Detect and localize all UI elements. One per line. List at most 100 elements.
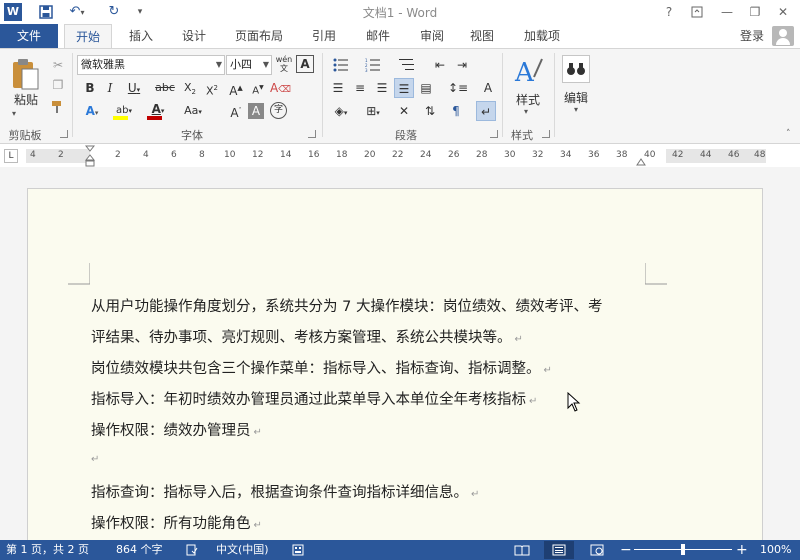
zoom-level[interactable]: 100% xyxy=(760,540,791,560)
paragraph-launcher-icon[interactable] xyxy=(490,130,498,138)
text-effects-icon[interactable]: A▾ xyxy=(80,101,104,121)
print-layout-icon[interactable] xyxy=(552,540,566,560)
font-launcher-icon[interactable] xyxy=(308,130,316,138)
shrink-font-icon[interactable]: A▼ xyxy=(248,78,268,98)
font-name-combo[interactable]: 微软雅黑 ▼ xyxy=(77,55,225,75)
paste-button[interactable]: 粘贴 xyxy=(8,91,44,108)
ruler-number: 42 xyxy=(672,150,684,160)
strikethrough-icon[interactable]: abc xyxy=(154,78,176,98)
proofing-icon[interactable] xyxy=(186,540,198,560)
highlight-color-icon[interactable]: ab▾ xyxy=(110,99,138,120)
paste-dropdown-icon[interactable]: ▾ xyxy=(12,109,16,118)
character-border-icon[interactable]: A xyxy=(296,55,314,73)
paragraph-line[interactable]: 评结果、待办事项、亮灯规则、考核方案管理、系统公共模块等。 ↵ xyxy=(91,326,523,347)
document-page[interactable]: 从用户功能操作角度划分，系统共分为 7 大操作模块：岗位绩效、绩效考评、考 评结… xyxy=(27,188,763,540)
tab-file[interactable]: 文件 xyxy=(0,24,58,48)
line-text: 操作权限：所有功能角色 xyxy=(91,516,251,532)
minimize-icon[interactable]: — xyxy=(716,2,738,22)
avatar[interactable] xyxy=(772,26,794,46)
page-count[interactable]: 第 1 页，共 2 页 xyxy=(6,540,89,560)
format-painter-icon[interactable] xyxy=(48,97,68,117)
collapse-ribbon-icon[interactable]: ˄ xyxy=(786,129,791,139)
align-right-icon[interactable]: ☰ xyxy=(372,78,392,98)
tab-selector-icon[interactable]: L xyxy=(4,149,18,163)
zoom-slider-thumb[interactable] xyxy=(681,544,685,555)
rtl-mark-icon[interactable]: ↵ xyxy=(476,101,496,121)
phonetic-guide-icon[interactable]: wén 文 xyxy=(274,55,294,75)
multilevel-list-icon[interactable] xyxy=(394,55,420,75)
mouse-pointer-icon xyxy=(567,392,581,412)
svg-text:3: 3 xyxy=(365,68,368,72)
tab-addins[interactable]: 加载项 xyxy=(516,24,568,48)
borders-icon[interactable]: ⊞▾ xyxy=(360,101,386,121)
tab-layout[interactable]: 页面布局 xyxy=(230,24,288,48)
help-button[interactable]: ? xyxy=(658,2,680,22)
line-spacing-icon[interactable]: ↕≡ xyxy=(444,78,472,98)
tab-view[interactable]: 视图 xyxy=(462,24,502,48)
tab-mailings[interactable]: 邮件 xyxy=(358,24,398,48)
styles-button[interactable]: 样式 xyxy=(508,91,548,108)
macro-recording-icon[interactable] xyxy=(292,540,304,560)
zoom-in-button[interactable]: + xyxy=(736,540,748,560)
ribbon-display-options-icon[interactable] xyxy=(686,2,708,22)
clipboard-launcher-icon[interactable] xyxy=(60,130,68,138)
tab-references[interactable]: 引用 xyxy=(304,24,344,48)
italic-icon[interactable]: I xyxy=(100,78,120,98)
paste-icon[interactable] xyxy=(10,57,40,91)
asian-layout-icon[interactable]: A xyxy=(478,78,498,98)
editing-button[interactable]: 编辑 xyxy=(556,89,596,106)
paragraph-line[interactable]: 指标导入：年初时绩效办管理员通过此菜单导入本单位全年考核指标 ↵ xyxy=(91,388,537,409)
tab-design[interactable]: 设计 xyxy=(174,24,214,48)
show-formatting-marks-icon[interactable]: ¶ xyxy=(446,101,466,121)
login-link[interactable]: 登录 xyxy=(740,24,764,48)
web-layout-icon[interactable] xyxy=(590,540,604,560)
document-canvas[interactable]: 从用户功能操作角度划分，系统共分为 7 大操作模块：岗位绩效、绩效考评、考 评结… xyxy=(0,167,800,540)
word-count[interactable]: 864 个字 xyxy=(116,540,163,560)
bullets-icon[interactable] xyxy=(328,55,354,75)
grow-font-alt-icon[interactable]: A˄ xyxy=(226,101,246,121)
tab-insert[interactable]: 插入 xyxy=(122,24,160,48)
numbering-icon[interactable]: 123 xyxy=(360,55,386,75)
zoom-out-button[interactable]: − xyxy=(620,540,632,560)
shading-icon[interactable]: ◈▾ xyxy=(328,101,354,121)
increase-indent-icon[interactable]: ⇥ xyxy=(452,55,472,75)
tab-home[interactable]: 开始 xyxy=(64,24,112,49)
ruler-number: 12 xyxy=(252,150,264,160)
read-mode-icon[interactable] xyxy=(514,540,530,560)
chinese-layout-icon[interactable]: ✕ xyxy=(394,101,414,121)
enclose-characters-icon[interactable]: 字 xyxy=(270,102,287,119)
restore-icon[interactable]: ❐ xyxy=(744,2,766,22)
paragraph-line[interactable]: 从用户功能操作角度划分，系统共分为 7 大操作模块：岗位绩效、绩效考评、考 xyxy=(91,295,602,316)
copy-icon[interactable]: ❐ xyxy=(48,75,68,95)
superscript-icon[interactable]: X2 xyxy=(202,78,222,98)
sort-icon[interactable]: ⇅ xyxy=(420,101,440,121)
styles-icon[interactable]: A xyxy=(512,55,544,89)
close-icon[interactable]: ✕ xyxy=(772,2,794,22)
paragraph-line[interactable]: 指标查询：指标导入后，根据查询条件查询指标详细信息。 ↵ xyxy=(91,481,479,502)
align-center-icon[interactable]: ≡ xyxy=(350,78,370,98)
grow-font-icon[interactable]: A▲ xyxy=(226,78,246,98)
ruler-track[interactable]: 4 2 2 4 6 8 10 12 14 16 18 20 22 24 26 2… xyxy=(26,149,766,163)
align-left-icon[interactable]: ☰ xyxy=(328,78,348,98)
find-binoculars-icon[interactable] xyxy=(562,55,590,83)
paragraph-line[interactable]: 操作权限：所有功能角色 ↵ xyxy=(91,512,262,533)
paragraph-line[interactable]: ↵ xyxy=(91,450,99,466)
language-indicator[interactable]: 中文(中国) xyxy=(216,540,269,560)
cut-icon[interactable]: ✂ xyxy=(48,55,68,75)
clear-formatting-icon[interactable]: A⌫ xyxy=(270,78,291,98)
distributed-icon[interactable]: ▤ xyxy=(416,78,436,98)
tab-review[interactable]: 审阅 xyxy=(412,24,452,48)
font-group-label: 字体 xyxy=(181,129,203,142)
font-color-icon[interactable]: A▾ xyxy=(144,99,172,120)
bold-icon[interactable]: B xyxy=(80,78,100,98)
paragraph-line[interactable]: 操作权限：绩效办管理员 ↵ xyxy=(91,419,262,440)
underline-icon[interactable]: U▾ xyxy=(122,78,146,98)
change-case-icon[interactable]: Aa▾ xyxy=(178,101,208,121)
subscript-icon[interactable]: X2 xyxy=(180,78,200,98)
font-size-combo[interactable]: 小四 ▼ xyxy=(226,55,272,75)
decrease-indent-icon[interactable]: ⇤ xyxy=(430,55,450,75)
justify-icon[interactable]: ☰ xyxy=(394,78,414,98)
character-shading-icon[interactable]: A xyxy=(248,103,264,119)
styles-launcher-icon[interactable] xyxy=(542,130,550,138)
paragraph-line[interactable]: 岗位绩效模块共包含三个操作菜单：指标导入、指标查询、指标调整。 ↵ xyxy=(91,357,552,378)
